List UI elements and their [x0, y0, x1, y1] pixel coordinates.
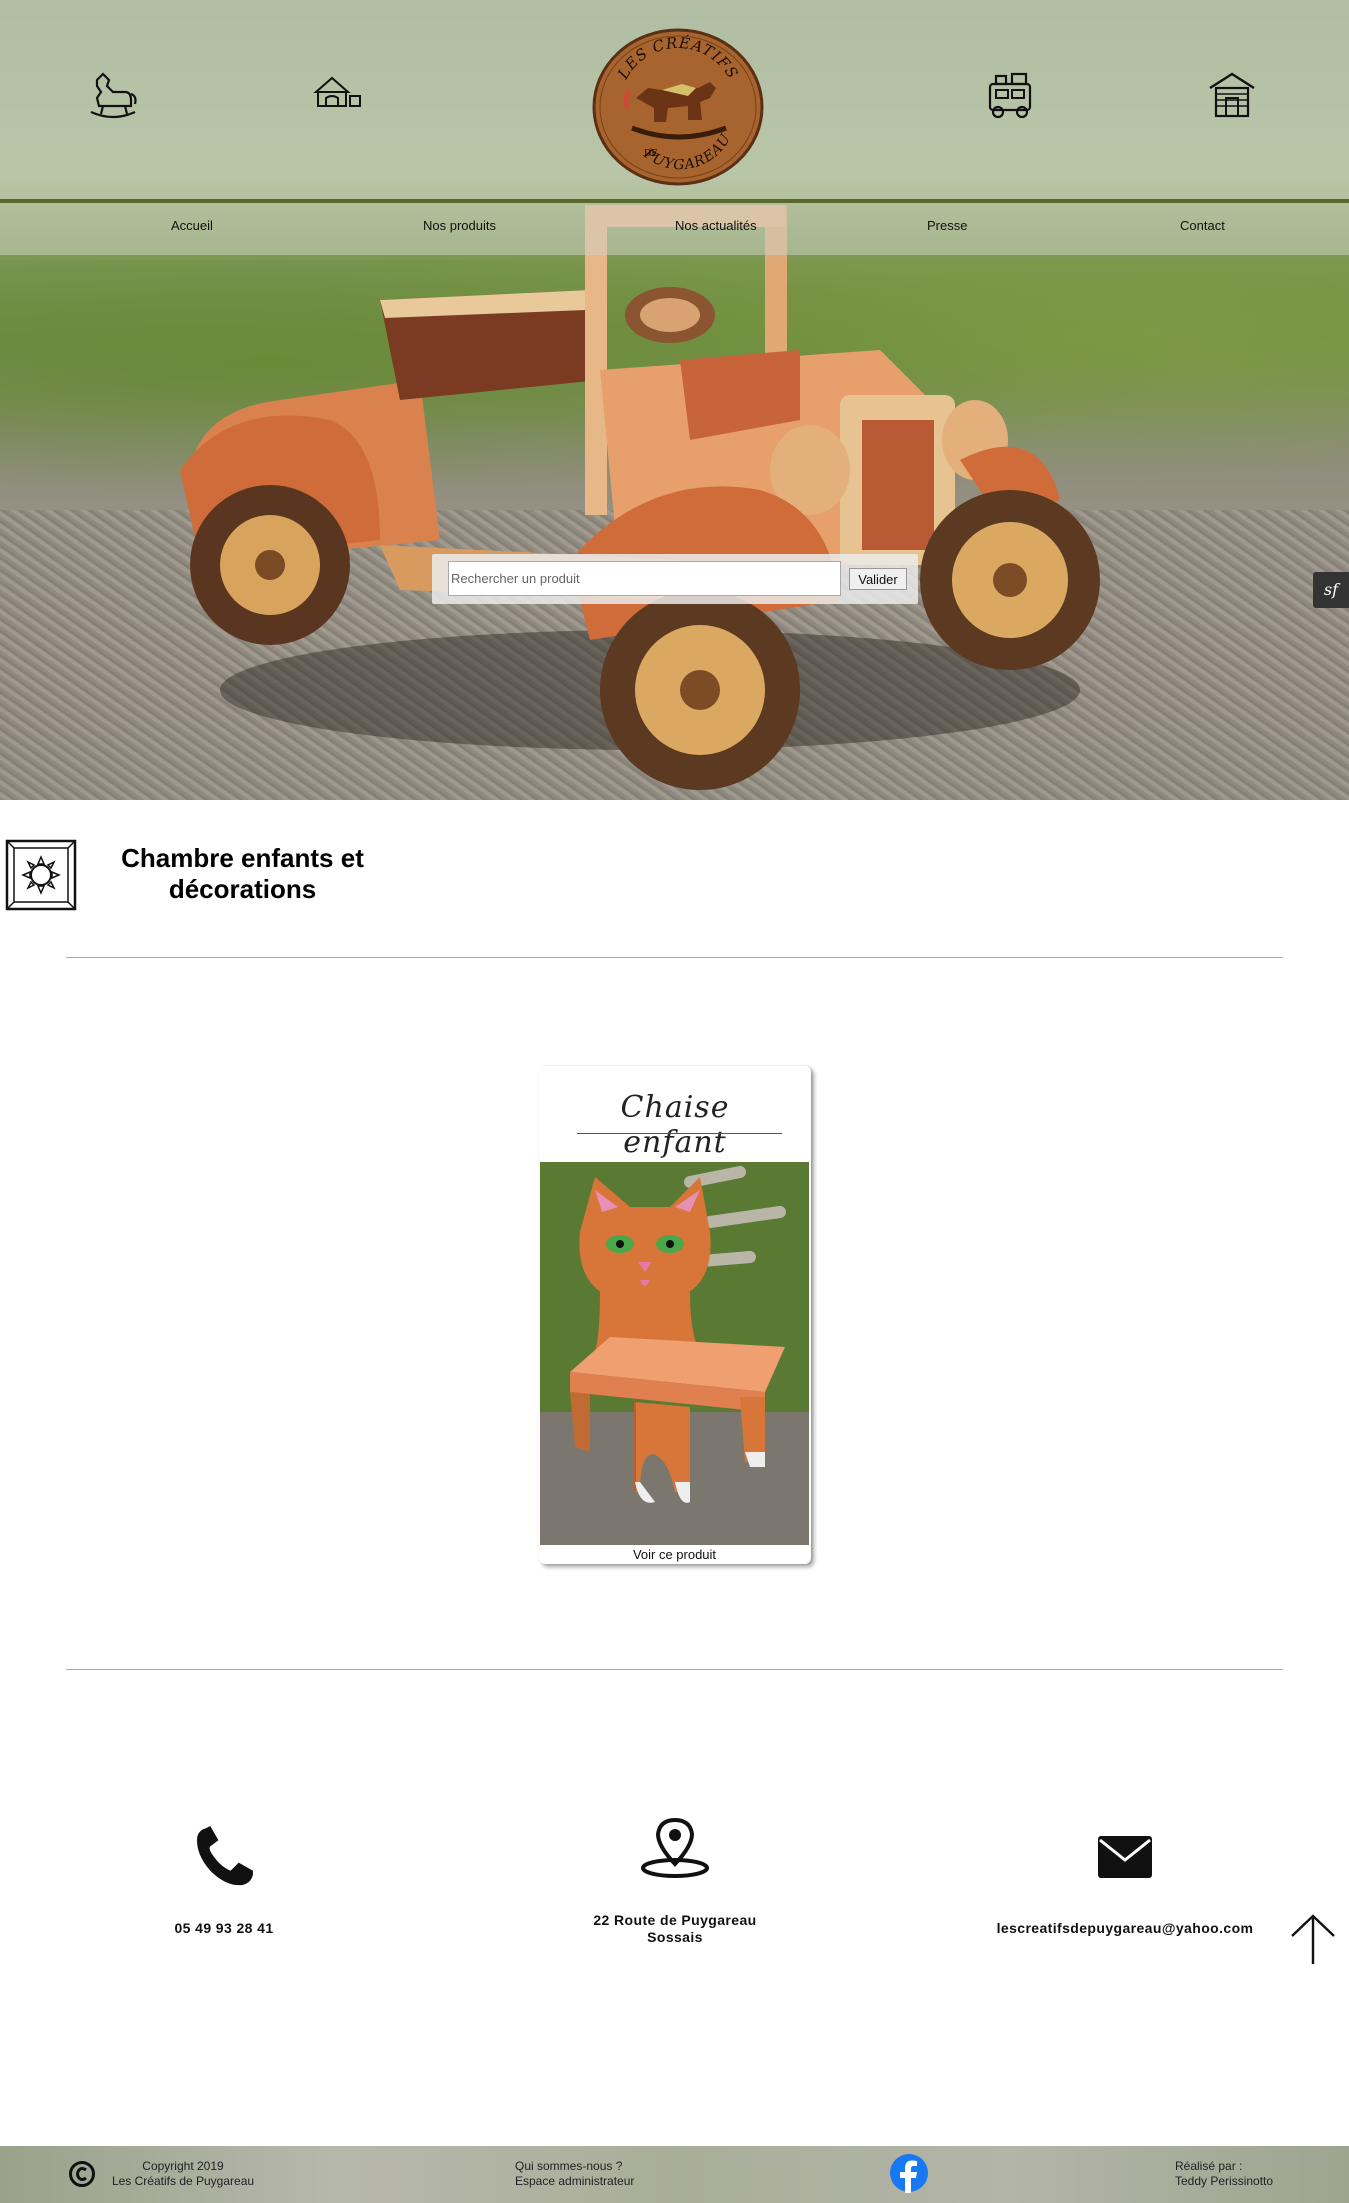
location-pin-icon[interactable]: [638, 1816, 712, 1880]
category-title-line2: décorations: [168, 874, 317, 904]
cabin-icon[interactable]: [1206, 70, 1258, 122]
nav-accueil[interactable]: Accueil: [171, 218, 213, 233]
credit-line2: Teddy Perissinotto: [1175, 2174, 1274, 2188]
email-address[interactable]: lescreatifsdepuygareau@yahoo.com: [975, 1920, 1275, 1937]
symfony-debug-badge[interactable]: sf: [1313, 572, 1349, 608]
product-title-underline: [577, 1133, 782, 1134]
logo-text-de: DE: [644, 149, 658, 159]
footer-copyright: Copyright 2019 Les Créatifs de Puygareau: [108, 2159, 258, 2189]
copyright-line2: Les Créatifs de Puygareau: [111, 2174, 255, 2188]
search-input[interactable]: [448, 561, 841, 596]
nav-presse[interactable]: Presse: [927, 218, 967, 233]
address-line1: 22 Route de Puygareau: [593, 1912, 757, 1928]
page: LES CRÉATIFS PUYGAREAU DE Accueil Nos pr…: [0, 0, 1349, 2203]
sun-frame-icon: [5, 839, 77, 911]
footer-credit: Réalisé par : Teddy Perissinotto: [1175, 2159, 1315, 2189]
site-logo[interactable]: LES CRÉATIFS PUYGAREAU DE: [592, 28, 764, 186]
phone-number[interactable]: 05 49 93 28 41: [124, 1920, 324, 1937]
section-divider-top: [66, 957, 1283, 958]
phone-icon[interactable]: [192, 1824, 257, 1889]
facebook-icon[interactable]: [889, 2153, 929, 2193]
search-submit-button[interactable]: Valider: [849, 568, 907, 590]
section-divider-bottom: [66, 1669, 1283, 1670]
copyright-icon: [69, 2161, 95, 2187]
train-icon[interactable]: [984, 70, 1036, 122]
credit-line1: Réalisé par :: [1175, 2159, 1243, 2173]
rocking-horse-icon[interactable]: [87, 70, 139, 122]
scroll-to-top-arrow-icon[interactable]: [1288, 1912, 1338, 1966]
nav-contact[interactable]: Contact: [1180, 218, 1225, 233]
footer-links: Qui sommes-nous ? Espace administrateur: [515, 2159, 695, 2189]
nav-nos-produits[interactable]: Nos produits: [423, 218, 496, 233]
copyright-line1: Copyright 2019: [142, 2159, 224, 2173]
nav-nos-actualites[interactable]: Nos actualités: [675, 218, 757, 233]
admin-area-link[interactable]: Espace administrateur: [515, 2174, 695, 2189]
about-us-link[interactable]: Qui sommes-nous ?: [515, 2159, 695, 2174]
address: 22 Route de Puygareau Sossais: [575, 1912, 775, 1946]
mail-icon[interactable]: [1096, 1834, 1154, 1880]
view-product-link[interactable]: Voir ce produit: [540, 1547, 809, 1562]
product-image-cat-chair[interactable]: [540, 1162, 809, 1545]
category-title: Chambre enfants et décorations: [110, 843, 375, 905]
category-title-line1: Chambre enfants et: [121, 843, 364, 873]
address-line2: Sossais: [647, 1929, 703, 1945]
product-title: Chaise enfant: [620, 1090, 730, 1160]
house-icon[interactable]: [312, 70, 364, 122]
